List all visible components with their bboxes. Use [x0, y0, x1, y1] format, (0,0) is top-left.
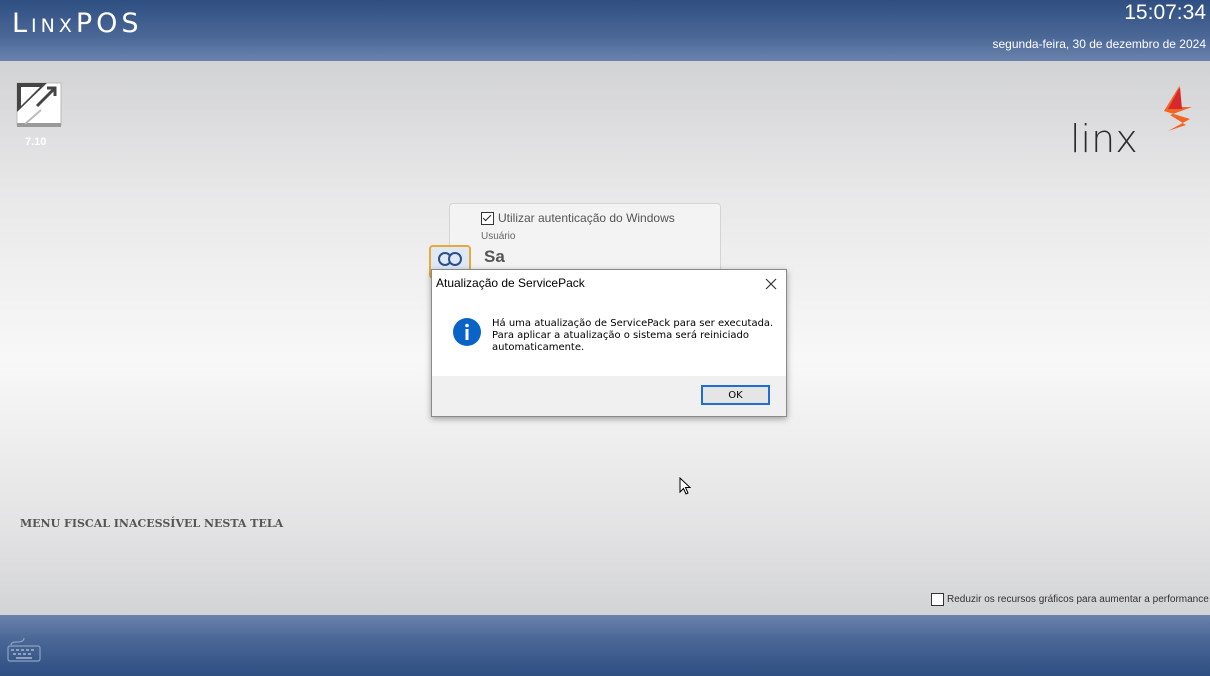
performance-option[interactable]: Reduzir os recursos gráficos para aument… — [931, 593, 1210, 606]
maximize-arrows-icon[interactable] — [15, 80, 63, 128]
servicepack-dialog: Atualização de ServicePack Há uma atuali… — [431, 269, 787, 417]
dialog-message-line: Para aplicar a atualização o sistema ser… — [492, 330, 749, 341]
version-label: 7.10 — [25, 136, 47, 148]
mouse-cursor — [679, 476, 693, 501]
app-title: LinxPOS — [12, 8, 143, 39]
dialog-message-line: automaticamente. — [492, 342, 585, 353]
top-bar: LinxPOS 15:07:34 segunda-feira, 30 de de… — [0, 0, 1210, 61]
keyboard-icon[interactable] — [7, 636, 41, 666]
clock: 15:07:34 — [1124, 1, 1206, 24]
dialog-message-line: Há uma atualização de ServicePack para s… — [492, 318, 774, 329]
performance-label: Reduzir os recursos gráficos para aument… — [947, 594, 1209, 605]
performance-checkbox[interactable] — [931, 593, 944, 606]
ok-button[interactable]: OK — [701, 385, 770, 405]
user-field[interactable]: Sa — [484, 247, 505, 267]
svg-text:linx: linx — [1070, 117, 1138, 157]
dialog-footer: OK — [432, 376, 786, 416]
info-icon — [453, 318, 481, 346]
bottom-bar — [0, 615, 1210, 676]
fiscal-menu-notice: MENU FISCAL INACESSÍVEL NESTA TELA — [20, 517, 284, 530]
user-label: Usuário — [481, 231, 516, 242]
dialog-title: Atualização de ServicePack — [436, 276, 585, 290]
windows-auth-option[interactable]: Utilizar autenticação do Windows — [481, 211, 675, 225]
date-label: segunda-feira, 30 de dezembro de 2024 — [992, 37, 1207, 51]
dialog-message: Há uma atualização de ServicePack para s… — [492, 318, 774, 354]
windows-auth-label: Utilizar autenticação do Windows — [498, 211, 675, 225]
close-icon[interactable] — [764, 276, 778, 290]
windows-auth-checkbox[interactable] — [481, 211, 494, 225]
linx-logo: linx — [1068, 85, 1192, 161]
